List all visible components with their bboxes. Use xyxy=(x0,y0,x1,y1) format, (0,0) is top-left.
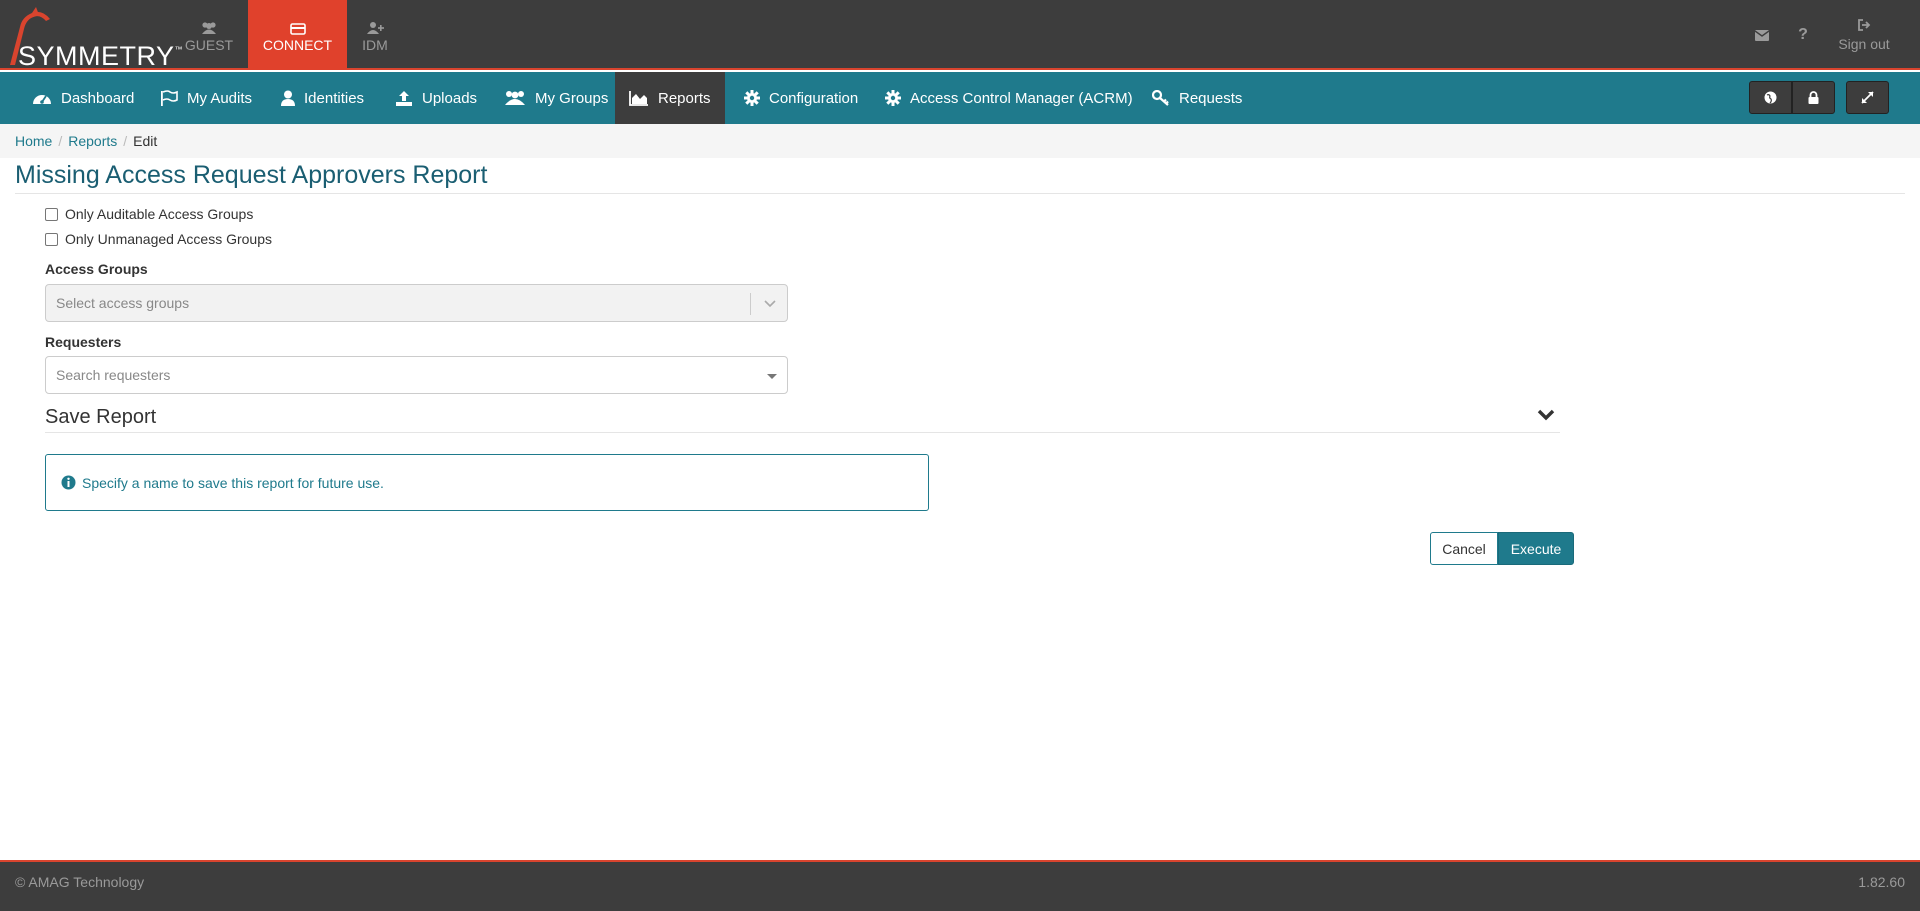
card-icon xyxy=(289,17,306,35)
nav-my-groups[interactable]: My Groups xyxy=(490,72,622,124)
expand-icon xyxy=(1861,91,1874,104)
gear-icon xyxy=(885,90,901,106)
nav-identities[interactable]: Identities xyxy=(267,72,378,124)
checkbox-label: Only Auditable Access Groups xyxy=(65,206,254,222)
breadcrumb-separator: / xyxy=(58,133,63,149)
app-switch-label: GUEST xyxy=(184,37,234,53)
access-groups-select[interactable]: Select access groups xyxy=(45,284,788,322)
chevron-down-icon[interactable] xyxy=(1536,406,1556,424)
requesters-label: Requesters xyxy=(45,334,122,350)
checkbox-label: Only Unmanaged Access Groups xyxy=(65,231,272,247)
dashboard-icon xyxy=(33,95,51,104)
info-text: Specify a name to save this report for f… xyxy=(82,474,384,491)
nav-label: My Groups xyxy=(535,89,609,107)
envelope-icon xyxy=(1755,29,1769,41)
nav-label: Configuration xyxy=(769,89,859,107)
version: 1.82.60 xyxy=(1858,874,1905,890)
area-chart-icon xyxy=(629,91,648,106)
nav-acrm[interactable]: Access Control Manager (ACRM) xyxy=(871,72,1147,124)
main-nav: Dashboard My Audits Identities Uploads M… xyxy=(0,72,1920,124)
footer: © AMAG Technology 1.82.60 xyxy=(0,860,1920,911)
checkbox-box[interactable] xyxy=(45,207,58,221)
breadcrumb-home[interactable]: Home xyxy=(15,133,52,149)
copyright: © AMAG Technology xyxy=(15,874,145,890)
save-report-info: Specify a name to save this report for f… xyxy=(45,454,929,511)
breadcrumb-reports[interactable]: Reports xyxy=(68,133,117,149)
lock-button[interactable] xyxy=(1792,81,1835,114)
app-switch-connect[interactable]: CONNECT xyxy=(248,0,347,70)
access-groups-label: Access Groups xyxy=(45,261,148,277)
requesters-placeholder: Search requesters xyxy=(56,367,171,383)
user-plus-icon xyxy=(366,17,384,35)
nav-my-audits[interactable]: My Audits xyxy=(146,72,266,124)
sign-out-icon xyxy=(1858,18,1871,31)
key-icon xyxy=(1152,90,1169,106)
only-auditable-checkbox[interactable]: Only Auditable Access Groups xyxy=(45,206,253,222)
breadcrumb-current: Edit xyxy=(133,133,158,149)
nav-configuration[interactable]: Configuration xyxy=(730,72,872,124)
save-report-divider xyxy=(45,432,1560,433)
sign-out-button[interactable]: Sign out xyxy=(1832,0,1896,70)
nav-reports[interactable]: Reports xyxy=(615,72,725,124)
top-bar: SYMMETRY™ GUEST CONNECT IDM ? Sign out xyxy=(0,0,1920,71)
breadcrumb-separator: / xyxy=(123,133,128,149)
page-title: Missing Access Request Approvers Report xyxy=(15,161,488,189)
flag-icon xyxy=(161,89,178,106)
title-divider xyxy=(15,193,1905,194)
app-switch-guest[interactable]: GUEST xyxy=(170,0,248,70)
nav-label: Uploads xyxy=(422,89,478,107)
nav-uploads[interactable]: Uploads xyxy=(381,72,491,124)
symmetry-logo[interactable]: SYMMETRY™ xyxy=(6,5,183,71)
app-switch-label: IDM xyxy=(362,37,388,53)
globe-icon xyxy=(1764,91,1777,104)
help-icon: ? xyxy=(1798,26,1808,43)
breadcrumb: Home / Reports / Edit xyxy=(0,124,1920,158)
nav-requests[interactable]: Requests xyxy=(1138,72,1256,124)
only-unmanaged-checkbox[interactable]: Only Unmanaged Access Groups xyxy=(45,231,272,247)
group-icon xyxy=(505,91,525,105)
help-button[interactable]: ? xyxy=(1793,0,1813,70)
globe-button[interactable] xyxy=(1749,81,1792,114)
requesters-select[interactable]: Search requesters xyxy=(45,356,788,394)
nav-dashboard[interactable]: Dashboard xyxy=(18,72,148,124)
select-separator xyxy=(750,293,751,315)
nav-label: Dashboard xyxy=(61,89,135,107)
chevron-down-icon[interactable] xyxy=(763,296,777,310)
user-icon xyxy=(281,90,295,106)
logo-wordmark: SYMMETRY™ xyxy=(18,41,184,71)
access-groups-placeholder: Select access groups xyxy=(56,295,190,311)
checkbox-box[interactable] xyxy=(45,232,58,246)
execute-button[interactable]: Execute xyxy=(1498,532,1574,565)
expand-button[interactable] xyxy=(1846,81,1889,114)
mail-button[interactable] xyxy=(1750,0,1774,70)
info-icon xyxy=(61,475,76,490)
app-switch-idm[interactable]: IDM xyxy=(350,0,400,70)
sign-out-label: Sign out xyxy=(1838,35,1890,52)
nav-label: My Audits xyxy=(187,89,253,107)
users-icon xyxy=(200,17,218,35)
cancel-button[interactable]: Cancel xyxy=(1430,532,1498,565)
app-switch-label: CONNECT xyxy=(262,37,333,53)
gear-icon xyxy=(744,90,760,106)
nav-label: Access Control Manager (ACRM) xyxy=(910,89,1133,107)
caret-down-icon[interactable] xyxy=(767,374,777,379)
lock-icon xyxy=(1808,91,1819,104)
save-report-heading[interactable]: Save Report xyxy=(45,406,156,429)
nav-label: Identities xyxy=(304,89,365,107)
nav-label: Reports xyxy=(658,89,711,107)
upload-icon xyxy=(396,91,412,106)
nav-label: Requests xyxy=(1179,89,1243,107)
